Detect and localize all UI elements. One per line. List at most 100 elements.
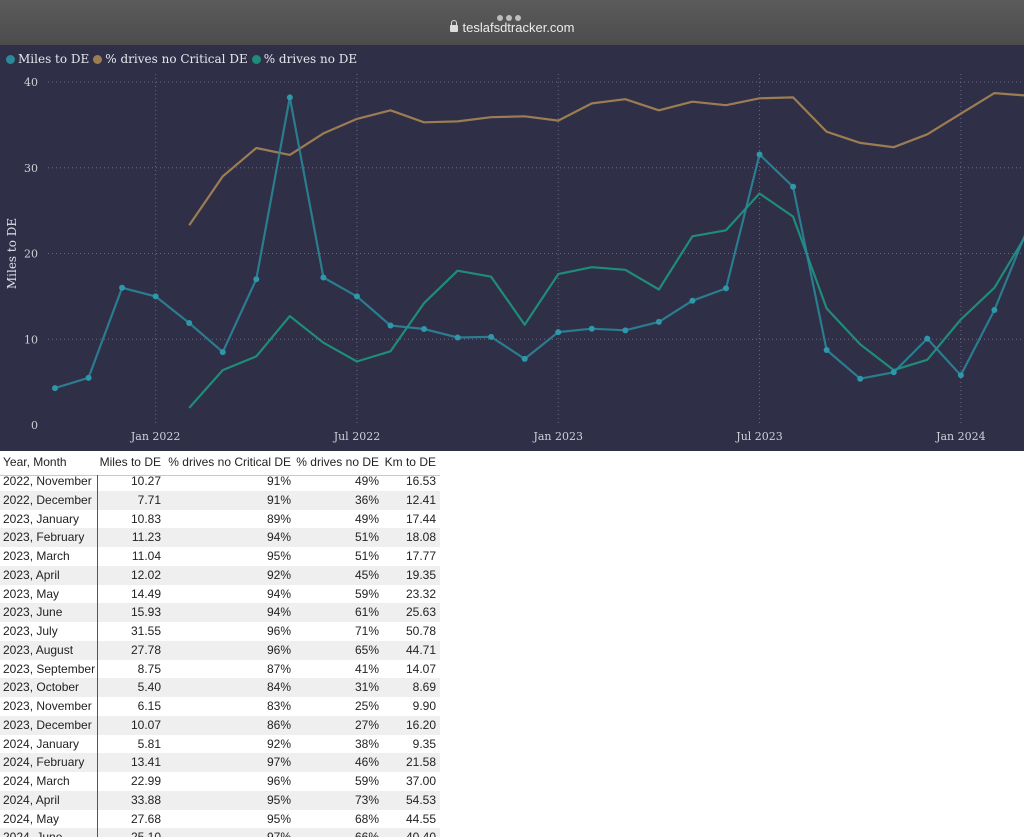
data-point <box>387 322 394 329</box>
data-point <box>723 285 729 292</box>
table-row[interactable]: 2024, May 27.68 95% 68% 44.55 <box>0 810 440 829</box>
table-cell: 49% <box>354 511 379 526</box>
column-header[interactable]: Year, Month <box>3 455 67 469</box>
column-header[interactable]: % drives no Critical DE <box>168 455 291 469</box>
tab-overview-dots[interactable] <box>497 8 527 21</box>
data-point <box>622 327 629 334</box>
data-point <box>521 355 528 362</box>
table-cell: 2023, August <box>3 642 74 657</box>
table-cell: 71% <box>354 624 379 638</box>
table-cell: 33.88 <box>130 792 161 807</box>
x-tick-label: Jan 2024 <box>935 430 986 443</box>
table-cell: 38% <box>354 736 379 751</box>
table-cell: 27% <box>354 717 379 732</box>
address-bar[interactable]: teslafsdtracker.com <box>0 20 1024 35</box>
table-cell: 66% <box>355 830 379 837</box>
table-cell: 97% <box>267 830 291 837</box>
data-point <box>353 293 360 300</box>
line-chart: 0 10 20 30 40 Miles to DE Jan 2022 Jul 2022 Jan … <box>0 45 1024 451</box>
table-cell: 8.75 <box>137 661 161 676</box>
legend-item[interactable]: Miles to DE <box>6 52 89 66</box>
table-cell: 95% <box>266 549 291 563</box>
data-point <box>85 374 92 381</box>
series-line-0 <box>54 96 1024 390</box>
table-row[interactable]: 2023, January 10.83 89% 49% 17.44 <box>0 510 440 529</box>
table-cell: 61% <box>354 605 379 620</box>
column-header[interactable]: Km to DE <box>385 455 436 469</box>
table-cell: 25.63 <box>405 605 436 620</box>
x-tick-label: Jul 2023 <box>735 430 783 443</box>
table-cell: 2023, March <box>3 549 70 563</box>
browser-top-bar: teslafsdtracker.com <box>0 0 1024 45</box>
data-point <box>655 318 662 325</box>
column-header[interactable]: Miles to DE <box>100 455 161 469</box>
table-cell: 17.77 <box>405 549 436 563</box>
table-cell: 12.41 <box>405 492 436 507</box>
table-row[interactable]: 2024, February 13.41 97% 46% 21.58 <box>0 753 440 772</box>
table-row[interactable]: 2024, June 25.10 97% 66% 40.40 <box>0 828 440 837</box>
table-row[interactable]: 2024, March 22.99 96% 59% 37.00 <box>0 772 440 791</box>
data-point <box>488 333 495 340</box>
table-cell: 73% <box>354 792 379 807</box>
table-cell: 91% <box>266 492 291 507</box>
frozen-column-divider <box>97 475 98 837</box>
table-cell: 11.04 <box>131 549 161 563</box>
y-tick-label: 20 <box>24 248 38 261</box>
column-header[interactable]: % drives no DE <box>296 455 379 469</box>
table-row[interactable]: 2023, July 31.55 96% 71% 50.78 <box>0 622 440 641</box>
data-point <box>52 385 58 392</box>
table-cell: 97% <box>266 755 291 770</box>
data-point <box>119 284 126 291</box>
table-cell: 9.90 <box>412 699 436 713</box>
table-row[interactable]: 2023, May 14.49 94% 59% 23.32 <box>0 585 440 604</box>
table-row[interactable]: 2023, November 6.15 83% 25% 9.90 <box>0 697 440 716</box>
table-cell: 51% <box>354 549 379 563</box>
table-row[interactable]: 2023, September 8.75 87% 41% 14.07 <box>0 660 440 679</box>
table-row[interactable]: 2024, January 5.81 92% 38% 9.35 <box>0 735 440 754</box>
table-cell: 91% <box>266 474 291 488</box>
table-cell: 36% <box>354 492 379 507</box>
table-cell: 59% <box>354 774 379 788</box>
table-cell: 94% <box>266 586 291 601</box>
table-cell: 2024, January <box>3 736 80 751</box>
table-cell: 94% <box>266 530 291 545</box>
data-point <box>286 94 293 101</box>
table-cell: 44.71 <box>405 642 436 657</box>
legend-item[interactable]: % drives no DE <box>251 52 357 66</box>
data-table[interactable]: Year, Month Miles to DE % drives no Critic… <box>0 451 440 837</box>
data-point <box>219 349 226 356</box>
table-row[interactable]: 2024, April 33.88 95% 73% 54.53 <box>0 790 440 810</box>
table-cell: 95% <box>266 811 291 826</box>
data-point <box>454 334 461 341</box>
data-point <box>555 329 562 336</box>
y-tick-label: 30 <box>24 162 38 175</box>
table-row[interactable]: 2023, March 11.04 95% 51% 17.77 <box>0 547 440 566</box>
legend-item[interactable]: % drives no Critical DE <box>93 52 248 66</box>
table-cell: 18.08 <box>405 530 436 545</box>
table-row[interactable]: 2023, April 12.02 92% 45% 19.35 <box>0 565 440 585</box>
table-cell: 2024, February <box>3 755 85 770</box>
table-body[interactable]: 2022, November 10.27 91% 49% 16.53 2022, Dece… <box>0 472 440 837</box>
table-cell: 89% <box>266 511 291 526</box>
table-cell: 2023, February <box>3 530 85 545</box>
table-row[interactable]: 2023, December 10.07 86% 27% 16.20 <box>0 715 440 735</box>
table-cell: 59% <box>354 586 379 601</box>
table-cell: 65% <box>354 642 379 657</box>
data-point <box>823 346 830 353</box>
table-cell: 96% <box>266 624 291 638</box>
chart-legend: Miles to DE % drives no Critical DE % driv… <box>6 52 361 66</box>
table-row[interactable]: 2023, October 5.40 84% 31% 8.69 <box>0 678 440 697</box>
table-cell: 12.02 <box>130 567 161 582</box>
table-row[interactable]: 2023, June 15.93 94% 61% 25.63 <box>0 603 440 622</box>
legend-swatch-icon <box>6 55 15 64</box>
table-cell: 5.81 <box>137 736 161 751</box>
table-cell: 96% <box>266 642 291 657</box>
table-row[interactable]: 2022, December 7.71 91% 36% 12.41 <box>0 490 440 510</box>
table-cell: 2023, July <box>3 624 58 638</box>
table-row[interactable]: 2023, February 11.23 94% 51% 18.08 <box>0 528 440 547</box>
table-cell: 54.53 <box>405 792 436 807</box>
table-cell: 25.10 <box>131 830 161 837</box>
y-tick-label: 10 <box>24 333 38 346</box>
legend-label: % drives no Critical DE <box>105 52 248 66</box>
table-row[interactable]: 2023, August 27.78 96% 65% 44.71 <box>0 640 440 660</box>
